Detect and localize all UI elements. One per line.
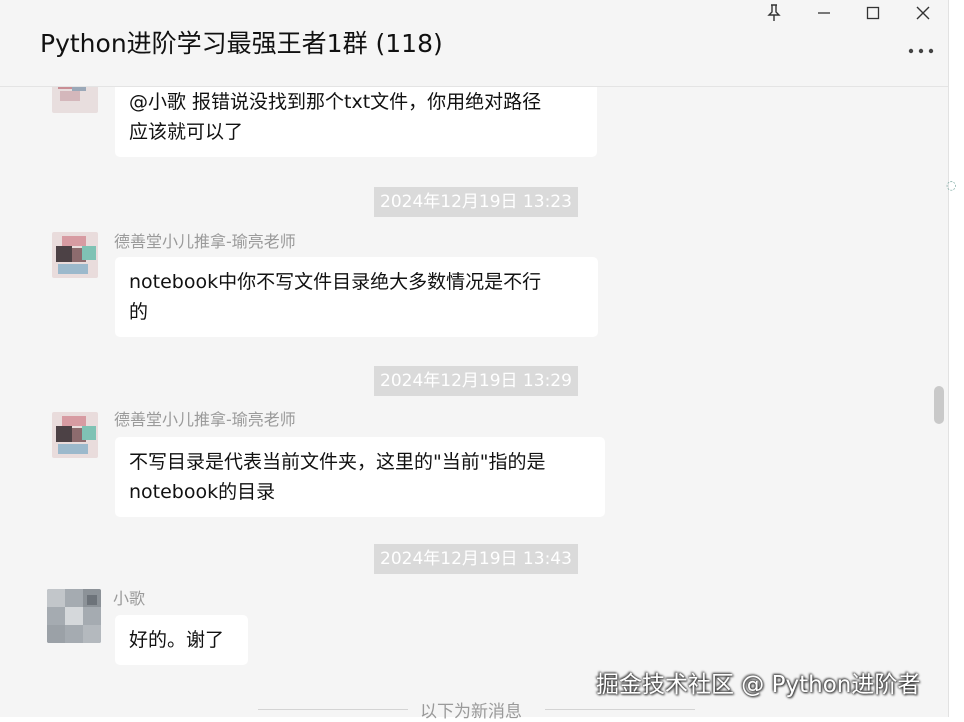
sender-name: 小歌 — [113, 589, 146, 608]
message-bubble[interactable]: 不写目录是代表当前文件夹，这里的"当前"指的是 notebook的目录 — [115, 437, 605, 517]
minimize-icon — [818, 12, 830, 14]
close-button[interactable] — [899, 0, 947, 26]
chat-title: Python进阶学习最强王者1群 (118) — [40, 29, 443, 58]
maximize-icon — [866, 6, 880, 20]
new-messages-label: 以下为新消息 — [420, 702, 522, 722]
title-bar: Python进阶学习最强王者1群 (118) — [0, 0, 948, 87]
scrollbar-thumb[interactable] — [934, 386, 944, 424]
message-text-line: notebook中你不写文件目录绝大多数情况是不行 — [129, 271, 542, 293]
message-text-line: 的 — [129, 301, 149, 323]
new-messages-divider-left — [258, 709, 408, 710]
new-messages-divider-right — [545, 709, 695, 710]
edge-fragment-icon: ◌ — [946, 178, 957, 192]
message-list[interactable]: @小歌 报错说没找到那个txt文件，你用绝对路径 应该就可以了 2024年12月… — [0, 87, 948, 717]
watermark: 掘金技术社区 @ Python进阶者 — [596, 672, 921, 698]
avatar[interactable] — [52, 232, 98, 278]
timestamp: 2024年12月19日 13:43 — [374, 544, 578, 574]
sender-name: 德善堂小儿推拿-瑜亮老师 — [114, 410, 296, 429]
avatar[interactable] — [47, 589, 101, 643]
message-text-line: 应该就可以了 — [129, 121, 244, 143]
maximize-button[interactable] — [849, 0, 897, 26]
timestamp: 2024年12月19日 13:23 — [374, 187, 578, 217]
sender-name: 德善堂小儿推拿-瑜亮老师 — [114, 232, 296, 251]
message-text-line: 好的。谢了 — [129, 629, 225, 651]
message-text-line: 不写目录是代表当前文件夹，这里的"当前"指的是 — [129, 451, 546, 473]
pin-icon — [767, 4, 781, 21]
message-bubble[interactable]: 好的。谢了 — [115, 615, 248, 665]
avatar[interactable] — [52, 87, 98, 113]
message-text-line: notebook的目录 — [129, 481, 276, 503]
close-icon — [916, 6, 930, 20]
message-bubble[interactable]: @小歌 报错说没找到那个txt文件，你用绝对路径 应该就可以了 — [115, 87, 597, 157]
avatar[interactable] — [52, 412, 98, 458]
timestamp: 2024年12月19日 13:29 — [374, 366, 578, 396]
message-text-line: @小歌 报错说没找到那个txt文件，你用绝对路径 — [129, 91, 542, 113]
chat-window: Python进阶学习最强王者1群 (118) @小歌 报错说没找到那个txt文件… — [0, 0, 949, 722]
more-dots-icon — [908, 48, 934, 54]
pin-button[interactable] — [750, 0, 798, 26]
more-options-button[interactable] — [906, 36, 936, 66]
minimize-button[interactable] — [800, 0, 848, 26]
message-bubble[interactable]: notebook中你不写文件目录绝大多数情况是不行 的 — [115, 257, 598, 337]
